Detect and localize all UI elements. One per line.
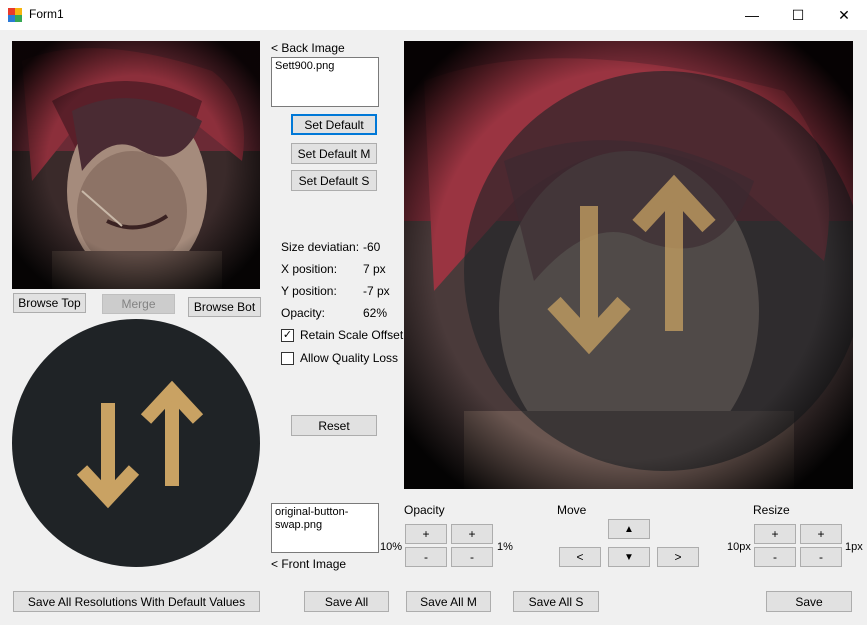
x-position-label: X position:	[281, 262, 338, 276]
maximize-button[interactable]: ☐	[775, 0, 821, 30]
opacity-label: Opacity:	[281, 306, 326, 320]
x-position-value: 7 px	[363, 262, 386, 276]
arrow-left-icon: <	[576, 550, 584, 564]
set-default-s-button[interactable]: Set Default S	[291, 170, 377, 191]
arrow-down-icon: ▼	[624, 551, 634, 563]
browse-bot-button[interactable]: Browse Bot	[188, 297, 261, 317]
front-image-label: < Front Image	[271, 557, 347, 571]
opacity-step-large-label: 10%	[380, 541, 403, 553]
y-position-value: -7 px	[363, 284, 390, 298]
size-deviation-label: Size deviatian:	[281, 240, 360, 254]
opacity-minus-small-button[interactable]: -	[451, 547, 493, 567]
opacity-minus-large-button[interactable]: -	[405, 547, 447, 567]
allow-quality-loss-checkbox[interactable]	[281, 352, 294, 365]
minimize-button[interactable]: —	[729, 0, 775, 30]
opacity-step-small-label: 1%	[497, 541, 513, 553]
app-icon	[8, 8, 22, 22]
maximize-icon: ☐	[791, 6, 805, 23]
front-image-preview	[12, 318, 260, 568]
resize-minus-large-button[interactable]: -	[754, 547, 796, 567]
opacity-controls-label: Opacity	[404, 503, 445, 517]
resize-minus-small-button[interactable]: -	[800, 547, 842, 567]
arrow-right-icon: >	[674, 550, 682, 564]
opacity-plus-small-button[interactable]: +	[451, 524, 493, 544]
resize-step-large-label: 10px	[727, 541, 751, 553]
save-all-m-button[interactable]: Save All M	[406, 591, 491, 612]
browse-top-button[interactable]: Browse Top	[13, 293, 86, 313]
back-image-filename[interactable]: Sett900.png	[271, 57, 379, 107]
back-image-preview	[12, 41, 260, 289]
reset-button[interactable]: Reset	[291, 415, 377, 436]
move-left-button[interactable]: <	[559, 547, 601, 567]
merged-preview	[404, 41, 853, 489]
retain-scale-offset-label: Retain Scale Offset	[300, 328, 404, 342]
close-icon: ✕	[838, 6, 850, 23]
move-controls-label: Move	[557, 503, 587, 517]
checkmark-icon: ✓	[282, 329, 293, 341]
opacity-plus-large-button[interactable]: +	[405, 524, 447, 544]
save-all-default-button[interactable]: Save All Resolutions With Default Values	[13, 591, 260, 612]
swap-icon	[12, 319, 260, 567]
y-position-label: Y position:	[281, 284, 337, 298]
resize-plus-large-button[interactable]: +	[754, 524, 796, 544]
allow-quality-loss-label: Allow Quality Loss	[300, 351, 399, 365]
close-button[interactable]: ✕	[821, 0, 867, 30]
set-default-button[interactable]: Set Default	[291, 114, 377, 135]
back-image-label: < Back Image	[271, 41, 345, 55]
merged-preview-image	[404, 41, 853, 489]
move-right-button[interactable]: >	[657, 547, 699, 567]
save-all-button[interactable]: Save All	[304, 591, 389, 612]
set-default-m-button[interactable]: Set Default M	[291, 143, 377, 164]
window-title: Form1	[29, 7, 64, 21]
portrait-image	[12, 41, 260, 289]
move-up-button[interactable]: ▲	[608, 519, 650, 539]
retain-scale-offset-checkbox[interactable]: ✓	[281, 329, 294, 342]
move-down-button[interactable]: ▼	[608, 547, 650, 567]
resize-controls-label: Resize	[753, 503, 790, 517]
resize-step-small-label: 1px	[845, 541, 863, 553]
resize-plus-small-button[interactable]: +	[800, 524, 842, 544]
arrow-up-icon: ▲	[624, 523, 634, 535]
size-deviation-value: -60	[363, 240, 381, 254]
save-button[interactable]: Save	[766, 591, 852, 612]
minimize-icon: —	[745, 7, 759, 23]
opacity-value: 62%	[363, 306, 388, 320]
title-bar: Form1 — ☐ ✕	[0, 0, 867, 30]
merge-button[interactable]: Merge	[102, 294, 175, 314]
front-image-filename[interactable]: original-button-swap.png	[271, 503, 379, 553]
save-all-s-button[interactable]: Save All S	[513, 591, 599, 612]
